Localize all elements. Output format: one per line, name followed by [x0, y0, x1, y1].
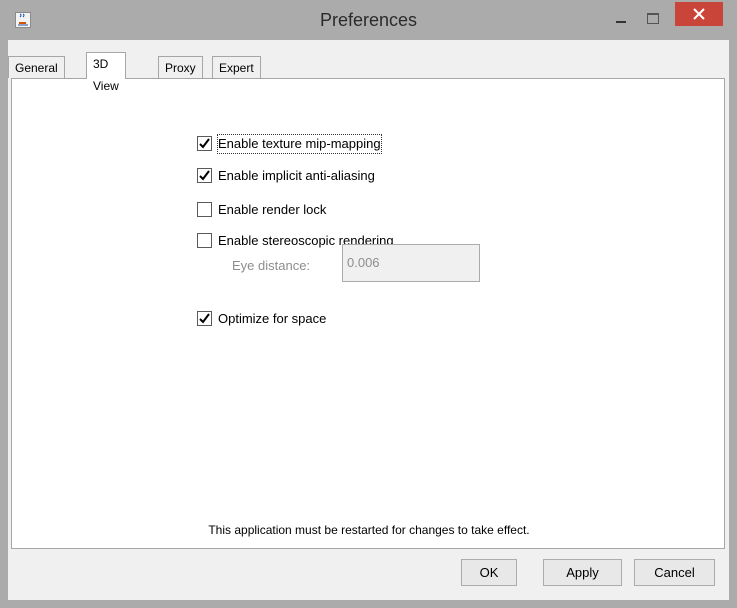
3d-view-panel: Enable texture mip-mapping Enable implic…	[11, 78, 725, 549]
maximize-button[interactable]	[638, 5, 668, 33]
close-button[interactable]	[675, 2, 723, 26]
apply-button[interactable]: Apply	[543, 559, 622, 586]
checkbox[interactable]	[197, 311, 212, 326]
option-label: Optimize for space	[218, 311, 327, 326]
eye-distance-field: 0.006	[342, 244, 480, 282]
tab-3d-view[interactable]: 3D View	[86, 52, 126, 93]
dialog-body: General 3D View Proxy Expert Enable text…	[8, 40, 729, 600]
checkbox[interactable]	[197, 202, 212, 217]
checkbox[interactable]	[197, 136, 212, 151]
checkmark-icon	[199, 313, 210, 324]
checkbox[interactable]	[197, 233, 212, 248]
preferences-window: Preferences General 3D View Proxy Expert…	[0, 0, 737, 608]
eye-distance-label: Eye distance:	[232, 258, 311, 273]
option-label: Enable texture mip-mapping	[217, 134, 382, 154]
tab-general[interactable]: General	[8, 56, 65, 78]
option-label: Enable render lock	[218, 202, 327, 217]
checkmark-icon	[199, 138, 210, 149]
ok-button[interactable]: OK	[461, 559, 517, 586]
restart-notice: This application must be restarted for c…	[208, 523, 530, 537]
option-label: Enable implicit anti-aliasing	[218, 168, 375, 183]
cancel-button[interactable]: Cancel	[634, 559, 715, 586]
close-icon	[693, 8, 705, 20]
minimize-button[interactable]	[606, 5, 636, 33]
checkbox[interactable]	[197, 168, 212, 183]
tab-proxy[interactable]: Proxy	[158, 56, 203, 78]
tab-expert[interactable]: Expert	[212, 56, 261, 78]
checkmark-icon	[199, 170, 210, 181]
title-bar[interactable]: Preferences	[0, 0, 737, 40]
